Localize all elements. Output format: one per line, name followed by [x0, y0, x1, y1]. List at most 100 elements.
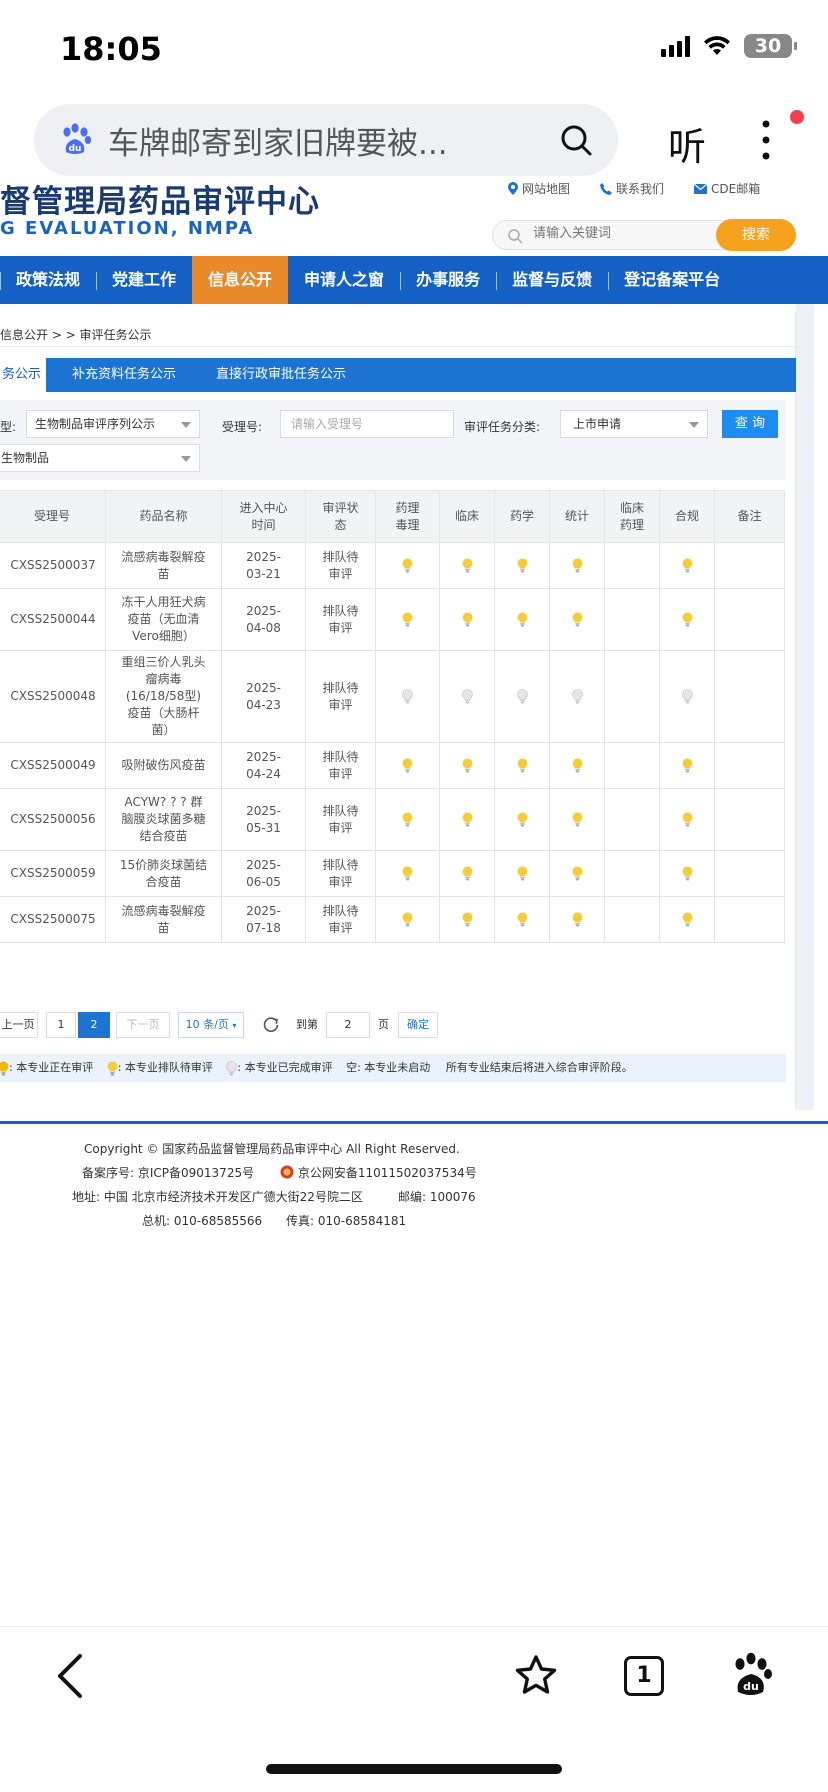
product-type-select[interactable]: 生物制品 — [0, 444, 200, 472]
cell-clinical-pharmacology — [604, 850, 660, 897]
tab-review-task[interactable]: 务公示 — [0, 358, 46, 392]
cell-accept-number: CXSS2500075 — [0, 896, 106, 943]
cell-pharmacy — [494, 542, 550, 589]
table-row[interactable]: CXSS2500048 重组三价人乳头 瘤病毒 (16/18/58型) 疫苗（大肠杆 菌）… — [0, 650, 785, 743]
table-row[interactable]: CXSS2500037 流感病毒裂解疫苗 2025- 03-21 排队待 审评 — [0, 542, 785, 589]
cell-accept-number: CXSS2500049 — [0, 742, 106, 789]
cell-compliance — [659, 650, 715, 743]
cell-pharmacology — [375, 650, 440, 743]
page-size-select[interactable]: 10 条/页 ▾ — [178, 1012, 244, 1038]
site-title: 督管理局药品审评中心 — [0, 184, 320, 220]
cell-statistics — [549, 588, 605, 651]
cell-remarks — [714, 896, 785, 943]
site-search-button[interactable]: 搜索 — [716, 219, 796, 251]
bookmark-star-icon[interactable] — [514, 1654, 558, 1696]
footer-police-text: 京公网安备11011502037534号 — [297, 1166, 477, 1180]
tabs-button[interactable]: 1 — [624, 1656, 664, 1696]
tab-admin-approval-task[interactable]: 直接行政审批任务公示 — [216, 358, 346, 392]
next-page-button[interactable]: 下一页 — [116, 1012, 170, 1038]
legend-done: : 本专业已完成审评 — [237, 1061, 333, 1074]
table-row[interactable]: CXSS2500056 ACYW? ? ? 群脑膜炎球菌多糖 结合疫苗 2025- 05… — [0, 788, 785, 851]
footer-police[interactable]: 京公网安备11011502037534号 — [280, 1164, 477, 1181]
cell-remarks — [714, 588, 785, 651]
mail-icon — [694, 183, 708, 194]
footer-divider — [0, 1121, 828, 1124]
search-icon[interactable] — [558, 122, 594, 158]
header-pharmacy: 药学 — [494, 490, 550, 543]
police-badge-icon — [280, 1165, 294, 1179]
cell-enter-time: 2025- 04-24 — [221, 742, 306, 789]
table-row[interactable]: CXSS2500049 吸附破伤风疫苗 2025- 04-24 排队待 审评 — [0, 742, 785, 789]
baidu-home-icon[interactable]: du — [730, 1652, 774, 1698]
site-map-link[interactable]: 网站地图 — [508, 180, 570, 197]
table-row[interactable]: CXSS2500044 冻干人用狂犬病 疫苗（无血清 Vero细胞） 2025- 04-0… — [0, 588, 785, 651]
page-size-chevron-icon: ▾ — [232, 1021, 237, 1030]
nav-item-registration[interactable]: 登记备案平台 — [608, 256, 736, 304]
header-statistics: 统计 — [549, 490, 605, 543]
table-row[interactable]: CXSS2500059 15价肺炎球菌结 合疫苗 2025- 06-05 排队待 审评 — [0, 850, 785, 897]
browser-search-bar[interactable]: du 车牌邮寄到家旧牌要被... — [34, 104, 618, 176]
page-2-button[interactable]: 2 — [78, 1012, 110, 1038]
nav-item-applicant[interactable]: 申请人之窗 — [288, 256, 400, 304]
back-icon[interactable] — [54, 1652, 86, 1700]
site-search-icon — [508, 229, 523, 244]
cell-pharmacy — [494, 788, 550, 851]
cell-enter-time: 2025- 04-08 — [221, 588, 306, 651]
nav-item-supervision[interactable]: 监督与反馈 — [496, 256, 608, 304]
contact-link[interactable]: 联系我们 — [600, 180, 664, 197]
cell-enter-time: 2025- 05-31 — [221, 788, 306, 851]
type-select[interactable]: 生物制品审评序列公示 — [26, 410, 200, 438]
table-row[interactable]: CXSS2500075 流感病毒裂解疫苗 2025- 07-18 排队待 审评 — [0, 896, 785, 943]
tab-count: 1 — [636, 1663, 652, 1688]
cell-pharmacology — [375, 850, 440, 897]
home-indicator — [266, 1764, 562, 1774]
site-search-input[interactable] — [533, 226, 693, 241]
tab-supplement-task[interactable]: 补充资料任务公示 — [72, 358, 176, 392]
breadcrumb-text: 信息公开 > > 审评任务公示 — [0, 328, 152, 342]
status-icons: 30 — [661, 34, 797, 58]
cell-clinical — [439, 588, 495, 651]
bulb-queue-icon — [462, 558, 472, 573]
bulb-queue-icon — [682, 912, 692, 927]
goto-confirm-button[interactable]: 确定 — [398, 1012, 438, 1038]
header-clinical-pharmacology: 临床 药理 — [604, 490, 660, 543]
header-compliance: 合规 — [659, 490, 715, 543]
accept-number-input[interactable]: 请输入受理号 — [280, 410, 454, 438]
phone-icon — [600, 182, 613, 195]
prev-page-button[interactable]: 上一页 — [0, 1012, 38, 1038]
header-accept-number: 受理号 — [0, 490, 106, 543]
more-menu-icon[interactable] — [760, 118, 772, 162]
cell-pharmacology — [375, 788, 440, 851]
cell-pharmacology — [375, 588, 440, 651]
search-query-text[interactable]: 车牌邮寄到家旧牌要被... — [108, 118, 548, 163]
category-select[interactable]: 上市申请 — [560, 410, 708, 438]
cell-clinical-pharmacology — [604, 788, 660, 851]
chevron-down-icon — [181, 456, 191, 462]
filter-panel: 型: 生物制品审评序列公示 受理号: 请输入受理号 审评任务分类: 上市申请 生… — [0, 400, 786, 480]
refresh-icon[interactable] — [262, 1016, 280, 1034]
cell-accept-number: CXSS2500056 — [0, 788, 106, 851]
cell-review-status: 排队待 审评 — [305, 896, 376, 943]
nav-item-services[interactable]: 办事服务 — [400, 256, 496, 304]
baidu-paw-icon: du — [63, 123, 92, 154]
bulb-queue-icon — [572, 558, 582, 573]
bulb-queue-icon — [682, 758, 692, 773]
nav-item-party[interactable]: 党建工作 — [96, 256, 192, 304]
page-1-button[interactable]: 1 — [46, 1012, 76, 1038]
header-pharmacology: 药理 毒理 — [375, 490, 440, 543]
nav-item-policy[interactable]: 政策法规 — [0, 256, 96, 304]
cell-drug-name: 流感病毒裂解疫苗 — [105, 896, 222, 943]
goto-page-input[interactable]: 2 — [326, 1012, 370, 1038]
cell-remarks — [714, 542, 785, 589]
nav-item-info-public[interactable]: 信息公开 — [192, 256, 289, 304]
cell-clinical — [439, 650, 495, 743]
cell-remarks — [714, 742, 785, 789]
footer-icp[interactable]: 备案序号: 京ICP备09013725号 — [82, 1164, 254, 1181]
query-button[interactable]: 查 询 — [722, 410, 778, 438]
status-legend: : 本专业正在审评 : 本专业排队待审评 : 本专业已完成审评 空: 本专业未启… — [0, 1054, 786, 1082]
cde-mail-link[interactable]: CDE邮箱 — [694, 180, 760, 197]
bulb-queue-icon — [572, 812, 582, 827]
listen-button[interactable]: 听 — [668, 116, 706, 171]
status-time: 18:05 — [60, 30, 162, 68]
cell-clinical — [439, 542, 495, 589]
